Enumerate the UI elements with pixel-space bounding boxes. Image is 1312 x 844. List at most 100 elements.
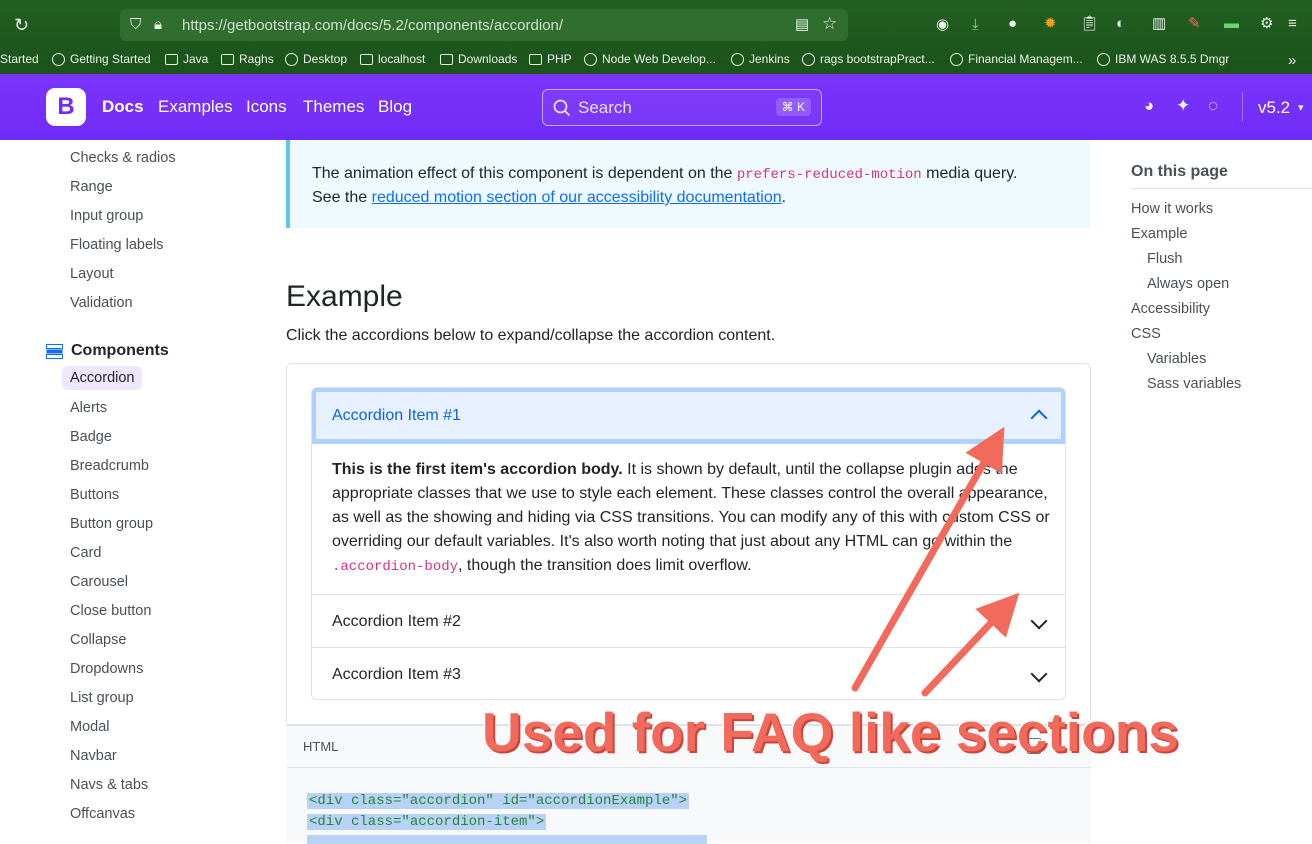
url-text[interactable]: https://getbootstrap.com/docs/5.2/compon…	[182, 17, 563, 34]
sidebar-item[interactable]: Buttons	[70, 487, 119, 503]
download-icon[interactable]: ⤓	[972, 17, 979, 33]
bookmark-item[interactable]: Downloads	[440, 52, 517, 66]
accordion-button-3[interactable]: Accordion Item #3	[312, 648, 1065, 699]
bookmark-item[interactable]: Started	[0, 52, 39, 66]
globe-icon	[1097, 52, 1110, 66]
sidebar-item[interactable]: Button group	[70, 516, 153, 532]
reader-icon[interactable]: ▤	[795, 17, 809, 33]
callout-info: The animation effect of this component i…	[286, 140, 1090, 228]
sidebar-item[interactable]: Dropdowns	[70, 661, 143, 677]
reload-icon[interactable]: ↻	[14, 16, 29, 34]
sidebar-item[interactable]: Breadcrumb	[70, 458, 149, 474]
bookmark-item[interactable]: localhost	[360, 52, 425, 66]
nav-blog[interactable]: Blog	[378, 97, 412, 117]
nav-themes[interactable]: Themes	[303, 97, 364, 117]
sidebar-item[interactable]: Collapse	[70, 632, 126, 648]
bookmark-item[interactable]: Java	[165, 52, 208, 66]
bookmark-label[interactable]: IBM WAS 8.5.5 Dmgr	[1115, 52, 1229, 66]
bookmark-label[interactable]: Started	[0, 52, 39, 66]
bookmark-item[interactable]: Desktop	[285, 52, 347, 66]
callout-text: .	[781, 189, 787, 206]
sidebar-item[interactable]: Floating labels	[70, 237, 164, 253]
accordion-button-1[interactable]: Accordion Item #1	[312, 388, 1065, 444]
bookmark-star-icon[interactable]: ☆	[822, 15, 837, 32]
bookmark-label[interactable]: PHP	[547, 52, 572, 66]
bookmark-label[interactable]: Raghs	[239, 52, 274, 66]
bookmark-label[interactable]: localhost	[378, 52, 425, 66]
pocket-icon[interactable]: ◉	[936, 17, 949, 33]
extension-icon[interactable]: ✹	[1044, 16, 1057, 32]
toc-item-sass-variables[interactable]: Sass variables	[1147, 376, 1241, 392]
nav-docs[interactable]: Docs	[102, 97, 144, 117]
sidebar-item[interactable]: Offcanvas	[70, 806, 135, 822]
sidebar-item[interactable]: Card	[70, 545, 101, 561]
callout-text: media query.	[921, 165, 1018, 182]
toc-item-css[interactable]: CSS	[1131, 326, 1161, 342]
bookmark-label[interactable]: Node Web Develop...	[602, 52, 716, 66]
bookmark-label[interactable]: Getting Started	[70, 52, 151, 66]
version-dropdown[interactable]: v5.2	[1258, 98, 1290, 118]
accessibility-doc-link[interactable]: reduced motion section of our accessibil…	[372, 189, 782, 206]
sidebar-item[interactable]: Validation	[70, 295, 133, 311]
sidebar-item[interactable]: Modal	[70, 719, 110, 735]
navbar-divider	[1242, 92, 1243, 122]
shield-icon[interactable]: ⛉	[130, 17, 141, 33]
sidebar-item[interactable]: Range	[70, 179, 113, 195]
bookmark-label[interactable]: rags bootstrapPract...	[820, 52, 935, 66]
nav-examples[interactable]: Examples	[158, 97, 233, 117]
nav-icons[interactable]: Icons	[246, 97, 287, 117]
avatar[interactable]: ●	[1008, 16, 1017, 32]
search-label: Search	[578, 98, 632, 117]
menu-icon[interactable]: ≡	[1288, 16, 1297, 32]
sidebar-item[interactable]: Close button	[70, 603, 151, 619]
more-bookmarks-icon[interactable]: »	[1288, 52, 1296, 69]
accordion-button-2[interactable]: Accordion Item #2	[312, 595, 1065, 648]
sidebar-item[interactable]: Navs & tabs	[70, 777, 148, 793]
toc-item-flush[interactable]: Flush	[1147, 251, 1182, 267]
bookmark-label[interactable]: Java	[183, 52, 208, 66]
sidebar-item[interactable]: Alerts	[70, 400, 107, 416]
search-button[interactable]: Search ⌘ K	[542, 89, 822, 126]
twitter-icon[interactable]: ✦	[1176, 97, 1190, 114]
lock-icon[interactable]: 🔒︎	[154, 17, 162, 33]
bookmark-item[interactable]: Financial Managem...	[950, 52, 1083, 66]
toc-item-accessibility[interactable]: Accessibility	[1131, 301, 1210, 317]
extension-icon-5[interactable]: ⚙	[1260, 16, 1273, 32]
opencollective-icon[interactable]: ◌	[1208, 97, 1218, 114]
bookmark-item[interactable]: Jenkins	[731, 52, 790, 66]
bookmark-item[interactable]: PHP	[529, 52, 572, 66]
sidebar-item[interactable]: List group	[70, 690, 134, 706]
bookmark-item[interactable]: Getting Started	[52, 52, 151, 66]
sidebar-item[interactable]: Checks & radios	[70, 150, 176, 166]
extension-icon-3[interactable]: ✎	[1188, 16, 1201, 32]
extension-icon-2[interactable]: ◐	[1116, 16, 1125, 32]
github-icon[interactable]: ◕	[1144, 97, 1154, 114]
toc-item-how-it-works[interactable]: How it works	[1131, 201, 1213, 217]
bookmark-item[interactable]: IBM WAS 8.5.5 Dmgr	[1097, 52, 1229, 66]
library-icon[interactable]: ▥	[1152, 16, 1166, 32]
toc-item-variables[interactable]: Variables	[1147, 351, 1206, 367]
bookmark-item[interactable]: rags bootstrapPract...	[802, 52, 935, 66]
bookmark-item[interactable]: Raghs	[221, 52, 274, 66]
sidebar-item[interactable]: Badge	[70, 429, 112, 445]
toc-divider	[1131, 188, 1312, 189]
sidebar-item[interactable]: Carousel	[70, 574, 128, 590]
bookmark-label[interactable]: Desktop	[303, 52, 347, 66]
bookmark-label[interactable]: Financial Managem...	[968, 52, 1083, 66]
toc-item-example[interactable]: Example	[1131, 226, 1187, 242]
bookmark-label[interactable]: Downloads	[458, 52, 517, 66]
accordion-item-label: Accordion Item #1	[332, 407, 461, 424]
folder-icon	[221, 53, 234, 65]
chevron-down-icon[interactable]: ▾	[1298, 100, 1304, 116]
bookmark-item[interactable]: Node Web Develop...	[584, 52, 716, 66]
sidebar-item[interactable]: Layout	[70, 266, 114, 282]
clipboard-icon[interactable]: 📋︎	[1080, 16, 1099, 32]
address-bar[interactable]: ⛉ 🔒︎ https://getbootstrap.com/docs/5.2/c…	[120, 9, 848, 41]
extension-icon-4[interactable]: ▬	[1224, 16, 1239, 32]
toc-item-always-open[interactable]: Always open	[1147, 276, 1229, 292]
sidebar-item-accordion[interactable]: Accordion	[62, 366, 143, 390]
bootstrap-logo[interactable]: B	[46, 88, 86, 126]
sidebar-item[interactable]: Input group	[70, 208, 143, 224]
sidebar-item[interactable]: Navbar	[70, 748, 117, 764]
bookmark-label[interactable]: Jenkins	[749, 52, 790, 66]
